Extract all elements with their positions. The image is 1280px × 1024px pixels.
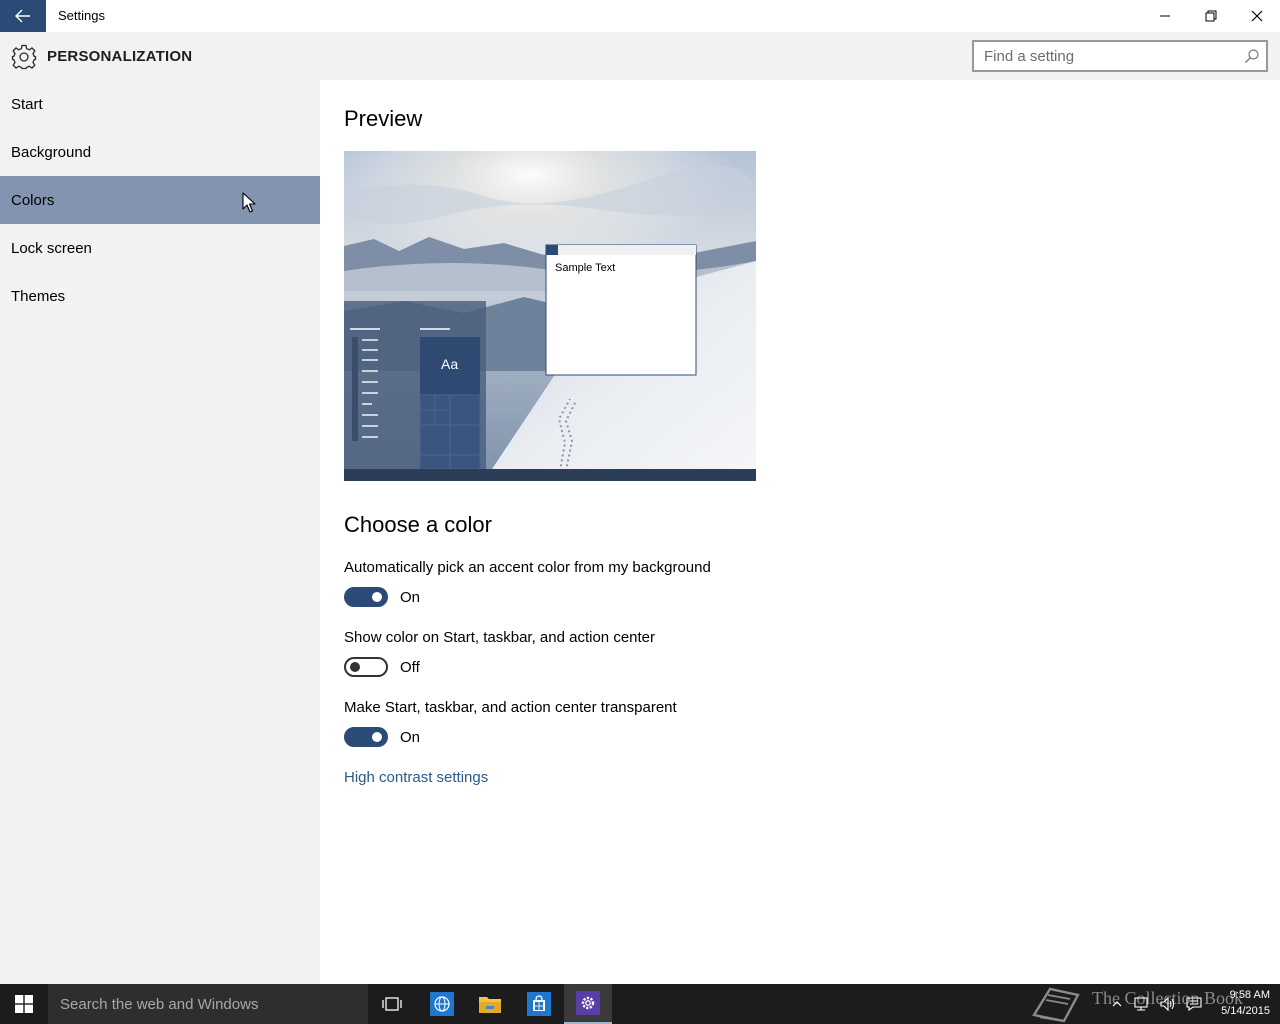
show-color-state: Off bbox=[400, 659, 420, 676]
theme-preview: Sample Text Aa bbox=[344, 151, 756, 481]
sidebar: Start Background Colors Lock screen Them… bbox=[0, 80, 320, 984]
sidebar-item-label: Background bbox=[11, 143, 92, 161]
taskbar-clock[interactable]: 9:58 AM 5/14/2015 bbox=[1208, 987, 1270, 1019]
toggle-knob bbox=[372, 592, 382, 602]
speaker-icon bbox=[1160, 996, 1175, 1012]
minimize-button[interactable] bbox=[1142, 0, 1188, 32]
sidebar-item-start[interactable]: Start bbox=[0, 80, 320, 128]
preview-wallpaper-image bbox=[344, 151, 756, 481]
choose-color-heading: Choose a color bbox=[344, 512, 492, 537]
taskbar-browser-button[interactable] bbox=[418, 984, 466, 1024]
sidebar-item-themes[interactable]: Themes bbox=[0, 272, 320, 320]
task-view-button[interactable] bbox=[368, 984, 416, 1024]
sidebar-item-colors[interactable]: Colors bbox=[0, 176, 320, 224]
message-icon bbox=[1186, 997, 1202, 1012]
clock-date: 5/14/2015 bbox=[1221, 1005, 1270, 1017]
watermark-book-icon bbox=[1032, 987, 1080, 1023]
sidebar-item-label: Start bbox=[11, 95, 43, 113]
taskbar-search-placeholder: Search the web and Windows bbox=[60, 995, 259, 1013]
gear-icon bbox=[11, 44, 37, 70]
settings-gear-icon bbox=[576, 991, 600, 1015]
high-contrast-settings-link[interactable]: High contrast settings bbox=[344, 769, 488, 786]
toggle-knob bbox=[372, 732, 382, 742]
start-button[interactable] bbox=[0, 984, 48, 1024]
sidebar-item-background[interactable]: Background bbox=[0, 128, 320, 176]
taskbar-search-box[interactable]: Search the web and Windows bbox=[48, 984, 368, 1024]
show-color-toggle[interactable] bbox=[344, 657, 388, 677]
sidebar-item-label: Lock screen bbox=[11, 239, 92, 257]
search-box[interactable] bbox=[972, 40, 1268, 72]
mouse-cursor-icon bbox=[242, 192, 256, 213]
preview-sample-text: Sample Text bbox=[555, 262, 616, 274]
back-arrow-icon bbox=[15, 9, 30, 23]
show-color-label: Show color on Start, taskbar, and action… bbox=[344, 629, 656, 646]
volume-tray-button[interactable] bbox=[1156, 984, 1180, 1024]
task-view-icon bbox=[382, 997, 402, 1011]
chevron-up-icon bbox=[1112, 1001, 1122, 1007]
page-title: PERSONALIZATION bbox=[47, 48, 193, 65]
sidebar-item-lock-screen[interactable]: Lock screen bbox=[0, 224, 320, 272]
sidebar-item-label: Themes bbox=[11, 287, 66, 305]
taskbar: Search the web and Windows The Collectio… bbox=[0, 984, 1280, 1024]
windows-logo-icon bbox=[15, 995, 33, 1013]
back-button[interactable] bbox=[0, 0, 46, 32]
window-title: Settings bbox=[58, 8, 105, 23]
transparency-label: Make Start, taskbar, and action center t… bbox=[344, 699, 677, 716]
folder-icon bbox=[479, 997, 501, 1013]
restore-icon bbox=[1205, 10, 1217, 22]
action-center-button[interactable] bbox=[1182, 984, 1206, 1024]
clock-time: 9:58 AM bbox=[1229, 989, 1270, 1001]
minimize-icon bbox=[1160, 15, 1170, 17]
preview-heading: Preview bbox=[344, 106, 423, 131]
auto-accent-label: Automatically pick an accent color from … bbox=[344, 559, 711, 576]
close-button[interactable] bbox=[1234, 0, 1280, 32]
show-hidden-icons-button[interactable] bbox=[1108, 984, 1126, 1024]
store-icon bbox=[527, 992, 551, 1016]
page-header: PERSONALIZATION bbox=[0, 32, 1280, 80]
network-tray-button[interactable] bbox=[1130, 984, 1154, 1024]
sidebar-item-label: Colors bbox=[11, 191, 55, 209]
globe-icon bbox=[430, 992, 454, 1016]
toggle-knob bbox=[350, 662, 360, 672]
preview-tile-text: Aa bbox=[441, 356, 459, 372]
transparency-toggle[interactable] bbox=[344, 727, 388, 747]
auto-accent-toggle[interactable] bbox=[344, 587, 388, 607]
transparency-state: On bbox=[400, 729, 421, 746]
main-content: Preview Sample Text Aa Choose a color Au… bbox=[320, 80, 1280, 984]
search-input[interactable] bbox=[974, 42, 1224, 70]
title-bar: Settings bbox=[0, 0, 1280, 32]
taskbar-store-button[interactable] bbox=[515, 984, 563, 1024]
taskbar-file-explorer-button[interactable] bbox=[466, 984, 514, 1024]
network-icon bbox=[1134, 997, 1148, 1011]
restore-button[interactable] bbox=[1188, 0, 1234, 32]
search-icon[interactable] bbox=[1244, 48, 1260, 64]
taskbar-settings-button[interactable] bbox=[564, 984, 612, 1024]
auto-accent-state: On bbox=[400, 589, 421, 606]
close-icon bbox=[1251, 10, 1263, 22]
